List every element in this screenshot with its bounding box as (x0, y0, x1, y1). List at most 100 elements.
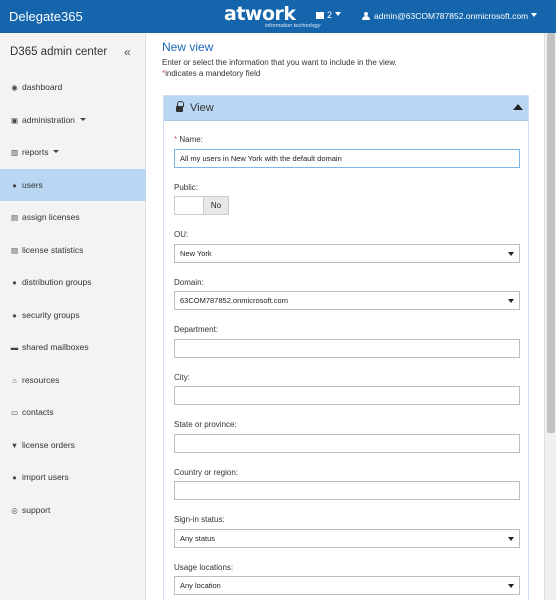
sidebar-item-label: assign licenses (22, 212, 80, 222)
page-title: New view (162, 40, 214, 54)
chevron-down-icon (508, 537, 514, 541)
country-input[interactable] (174, 481, 520, 500)
user-email: admin@63COM787852.onmicrosoft.com (374, 11, 529, 21)
dashboard-icon: ◉ (11, 83, 18, 92)
view-panel-header[interactable]: View (164, 96, 528, 121)
sidebar-item-license-statistics[interactable]: ▤ license statistics (0, 234, 146, 266)
signin-status-value: Any status (180, 534, 216, 543)
app-brand[interactable]: Delegate365 (9, 9, 83, 24)
sidebar-item-label: import users (22, 472, 69, 482)
required-note: *indicates a mandetory field (162, 69, 260, 78)
chevron-down-icon (508, 584, 514, 588)
chevron-down-icon (508, 252, 514, 256)
cart-icon: ▼ (10, 441, 19, 450)
sidebar-item-label: administration (22, 115, 75, 125)
sidebar-item-administration[interactable]: ▣ administration (0, 104, 146, 136)
logo-wordmark: atwork (224, 3, 296, 25)
lock-icon: ▣ (10, 116, 19, 125)
user-icon: ● (12, 181, 17, 190)
lock-icon (176, 101, 184, 112)
card-icon: ▭ (10, 408, 19, 417)
usage-locations-select[interactable]: Any location (174, 576, 520, 595)
main-content: New view Enter or select the information… (146, 33, 544, 600)
file-icon: ▤ (10, 213, 19, 222)
city-label: City: (174, 373, 190, 382)
top-bar: Delegate365 atwork information technolog… (0, 0, 556, 33)
file-text-icon: ▤ (10, 246, 19, 255)
sidebar-item-label: security groups (22, 310, 80, 320)
toggle-switch (175, 197, 203, 214)
user-icon: ● (12, 473, 17, 482)
chevron-down-icon (53, 150, 60, 153)
state-label: State or province: (174, 420, 237, 429)
vertical-scrollbar[interactable] (544, 33, 556, 600)
chevron-down-icon (508, 299, 514, 303)
intro-text: Enter or select the information that you… (162, 58, 397, 67)
sidebar-item-users[interactable]: ● users (0, 169, 146, 201)
view-panel-title: View (190, 102, 214, 114)
sidebar-item-label: support (22, 505, 51, 515)
support-icon: ◎ (11, 506, 18, 515)
ou-label: OU: (174, 230, 189, 239)
department-input[interactable] (174, 339, 520, 358)
sidebar-item-label: reports (22, 147, 49, 157)
domain-select[interactable]: 63COM787852.onmicrosoft.com (174, 291, 520, 310)
flag-icon (316, 12, 324, 19)
sidebar-item-import-users[interactable]: ● import users (0, 461, 146, 493)
usage-locations-label: Usage locations: (174, 563, 234, 572)
sidebar-item-distribution-groups[interactable]: ● distribution groups (0, 266, 146, 298)
sidebar-item-label: license statistics (22, 245, 84, 255)
sidebar-item-label: contacts (22, 407, 54, 417)
sidebar-item-label: distribution groups (22, 277, 92, 287)
sidebar-item-label: users (22, 180, 43, 190)
collapse-sidebar-button[interactable]: « (124, 45, 131, 59)
signin-status-select[interactable]: Any status (174, 529, 520, 548)
sidebar-item-label: license orders (22, 440, 75, 450)
required-star: * (174, 135, 178, 144)
sidebar: D365 admin center « ◉ dashboard ▣ administ… (0, 33, 146, 600)
sidebar-item-shared-mailboxes[interactable]: ▬ shared mailboxes (0, 331, 146, 363)
toggle-value: No (203, 197, 228, 214)
department-label: Department: (174, 325, 219, 334)
required-note-text: indicates a mandetory field (165, 69, 261, 78)
ou-select-value: New York (180, 249, 212, 258)
domain-select-value: 63COM787852.onmicrosoft.com (180, 296, 288, 305)
view-panel: View * Name: All my users in New York wi… (163, 95, 529, 600)
sidebar-item-contacts[interactable]: ▭ contacts (0, 396, 146, 428)
bar-chart-icon: ▥ (10, 148, 19, 157)
name-input[interactable]: All my users in New York with the defaul… (174, 149, 520, 168)
sidebar-item-reports[interactable]: ▥ reports (0, 136, 146, 168)
notification-menu[interactable]: 2 (316, 10, 342, 20)
signin-status-label: Sign-in status: (174, 515, 225, 524)
user-menu[interactable]: admin@63COM787852.onmicrosoft.com (362, 11, 538, 21)
inbox-icon: ▬ (10, 343, 19, 352)
country-label: Country or region: (174, 468, 239, 477)
notification-count: 2 (327, 10, 333, 20)
user-icon (362, 12, 370, 20)
public-label: Public: (174, 183, 199, 192)
users-icon: ● (12, 278, 17, 287)
sidebar-item-security-groups[interactable]: ● security groups (0, 299, 146, 331)
name-label: * Name: (174, 135, 203, 144)
city-input[interactable] (174, 386, 520, 405)
users-icon: ● (12, 311, 17, 320)
chevron-up-icon[interactable] (513, 104, 523, 110)
sidebar-title: D365 admin center (10, 46, 108, 58)
sidebar-item-label: dashboard (22, 82, 63, 92)
scrollbar-thumb[interactable] (547, 33, 555, 433)
state-input[interactable] (174, 434, 520, 453)
sidebar-item-license-orders[interactable]: ▼ license orders (0, 429, 146, 461)
sidebar-item-support[interactable]: ◎ support (0, 494, 146, 526)
chevron-down-icon (79, 118, 86, 121)
public-toggle[interactable]: No (174, 196, 229, 215)
chevron-down-icon (335, 12, 342, 16)
ou-select[interactable]: New York (174, 244, 520, 263)
home-icon: ⌂ (12, 376, 17, 385)
sidebar-item-resources[interactable]: ⌂ resources (0, 364, 146, 396)
sidebar-item-assign-licenses[interactable]: ▤ assign licenses (0, 201, 146, 233)
sidebar-item-label: resources (22, 375, 60, 385)
usage-locations-value: Any location (180, 581, 221, 590)
chevron-down-icon (531, 13, 538, 17)
sidebar-item-dashboard[interactable]: ◉ dashboard (0, 71, 146, 103)
logo-tagline: information technology (265, 23, 321, 29)
